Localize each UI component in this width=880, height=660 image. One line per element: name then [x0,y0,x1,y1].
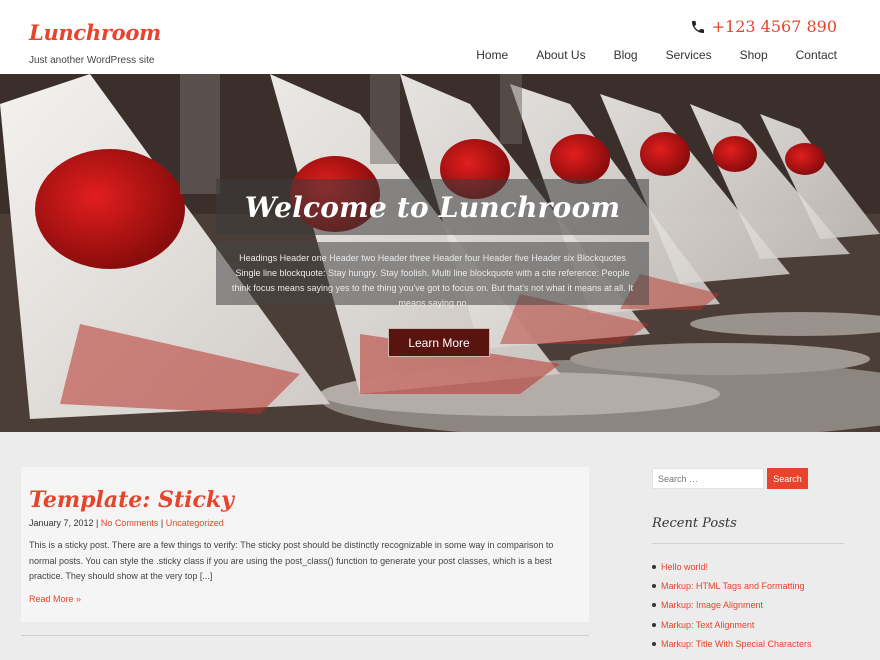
nav-item-blog[interactable]: Blog [614,48,638,62]
hero-description: Headings Header one Header two Header th… [231,253,634,308]
nav-item-services[interactable]: Services [666,48,712,62]
phone-contact: +123 4567 890 [690,17,837,36]
post-title[interactable]: Template: Sticky [29,487,234,513]
post-category-link[interactable]: Uncategorized [166,518,224,528]
post-meta: January 7, 2012 | No Comments | Uncatego… [29,518,224,528]
site-header: Lunchroom Just another WordPress site +1… [0,0,880,74]
post-excerpt: This is a sticky post. There are a few t… [29,540,554,581]
nav-item-contact[interactable]: Contact [796,48,837,62]
bullet-icon [652,622,656,627]
recent-post-link[interactable]: Markup: Title With Special Characters [661,639,812,649]
recent-post-link[interactable]: Markup: Image Alignment [661,600,763,610]
recent-post-item[interactable]: Hello world! [652,557,812,576]
post-divider [21,635,589,636]
main-nav: Home About Us Blog Services Shop Contact [476,48,837,62]
phone-number[interactable]: +123 4567 890 [712,17,837,36]
recent-post-link[interactable]: Markup: Text Alignment [661,620,754,630]
recent-posts-list: Hello world! Markup: HTML Tags and Forma… [652,557,812,653]
widget-divider [652,543,844,544]
recent-post-item[interactable]: Markup: Image Alignment [652,596,812,615]
meta-separator: | [158,518,166,528]
site-logo[interactable]: Lunchroom [29,20,161,45]
bullet-icon [652,641,656,646]
search-button[interactable]: Search [767,468,808,489]
hero-text-box: Headings Header one Header two Header th… [216,242,649,308]
recent-post-item[interactable]: Markup: HTML Tags and Formatting [652,576,812,595]
hero-banner: Welcome to Lunchroom Headings Header one… [0,74,880,432]
bullet-icon [652,564,656,569]
nav-item-shop[interactable]: Shop [740,48,768,62]
recent-post-link[interactable]: Hello world! [661,562,708,572]
recent-post-link[interactable]: Markup: HTML Tags and Formatting [661,581,805,591]
post-card: Template: Sticky January 7, 2012 | No Co… [21,467,589,622]
recent-post-item[interactable]: Markup: Title With Special Characters [652,634,812,653]
learn-more-button[interactable]: Learn More [388,328,490,357]
recent-post-item[interactable]: Markup: Text Alignment [652,615,812,634]
bullet-icon [652,583,656,588]
post-date: January 7, 2012 [29,518,94,528]
bullet-icon [652,603,656,608]
hero-title: Welcome to Lunchroom [244,190,621,224]
nav-item-home[interactable]: Home [476,48,508,62]
search-input[interactable] [652,468,764,489]
site-tagline: Just another WordPress site [29,55,155,66]
hero-title-box: Welcome to Lunchroom [216,179,649,235]
read-more-link[interactable]: Read More » [29,594,81,604]
nav-item-about-us[interactable]: About Us [536,48,585,62]
meta-separator: | [93,518,101,528]
phone-icon [691,20,704,33]
post-comments-link[interactable]: No Comments [101,518,159,528]
recent-posts-title: Recent Posts [652,516,737,531]
